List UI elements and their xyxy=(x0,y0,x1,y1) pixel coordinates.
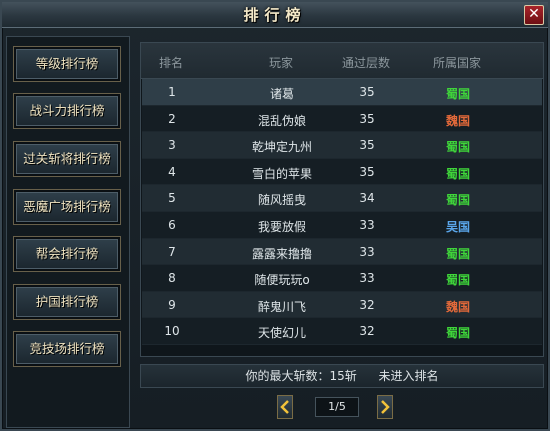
country-cell: 魏国 xyxy=(445,299,470,314)
table-row[interactable]: 8 随便玩玩o 33 蜀国 xyxy=(142,265,542,292)
player-cell: 随便玩玩o xyxy=(254,273,310,288)
country-cell: 蜀国 xyxy=(445,246,470,261)
rank-cell: 10 xyxy=(164,324,180,339)
header-rank: 排名 xyxy=(158,56,183,70)
best-kill-count: 你的最大斩数：15斩 xyxy=(245,369,357,383)
sidebar-item-level-ranking[interactable]: 等级排行榜 xyxy=(13,46,121,82)
level-cell: 35 xyxy=(359,164,375,179)
prev-page-button[interactable] xyxy=(277,395,293,419)
country-cell: 吴国 xyxy=(445,220,470,234)
pagination: 1/5 xyxy=(277,394,397,422)
ranking-category-sidebar: 等级排行榜 战斗力排行榜 过关斩将排行榜 恶魔广场排行榜 帮会排行榜 护国排行榜… xyxy=(6,36,130,428)
table-row[interactable]: 4 雪白的苹果 35 蜀国 xyxy=(142,158,542,186)
level-cell: 35 xyxy=(359,138,375,153)
ranking-table: 排名 玩家 通过层数 所属国家 1 诸葛 35 蜀国 2 混乱伪娘 35 魏国 … xyxy=(140,42,544,357)
header-level: 通过层数 xyxy=(341,56,390,70)
country-cell: 蜀国 xyxy=(445,166,470,181)
level-cell: 32 xyxy=(359,324,375,339)
rank-cell: 8 xyxy=(168,271,176,286)
window-title: 排行榜 xyxy=(243,6,307,24)
level-cell: 33 xyxy=(359,244,375,259)
page-indicator: 1/5 xyxy=(315,397,359,417)
sidebar-item-stage-ranking[interactable]: 过关斩将排行榜 xyxy=(13,141,121,177)
table-row[interactable]: 9 醉鬼川飞 32 魏国 xyxy=(142,291,542,319)
my-ranking-status: 你的最大斩数：15斩 未进入排名 xyxy=(140,364,544,388)
country-cell: 蜀国 xyxy=(445,87,470,101)
rank-status-text: 未进入排名 xyxy=(378,369,439,383)
country-cell: 蜀国 xyxy=(445,273,470,288)
rank-cell: 7 xyxy=(168,244,176,259)
player-cell: 天使幻儿 xyxy=(257,326,306,341)
sidebar-item-power-ranking[interactable]: 战斗力排行榜 xyxy=(13,93,121,129)
table-row[interactable]: 1 诸葛 35 蜀国 xyxy=(142,79,542,106)
player-cell: 雪白的苹果 xyxy=(251,166,312,181)
table-row[interactable]: 7 露露来撸撸 33 蜀国 xyxy=(142,238,542,266)
table-row[interactable]: 3 乾坤定九州 35 蜀国 xyxy=(142,132,542,159)
player-cell: 混乱伪娘 xyxy=(257,113,306,128)
title-bar: 排行榜 ✕ xyxy=(2,2,548,28)
table-row[interactable]: 6 我要放假 33 吴国 xyxy=(142,212,542,239)
player-cell: 诸葛 xyxy=(269,87,294,101)
level-cell: 35 xyxy=(359,111,375,126)
table-row[interactable]: 5 随风摇曳 34 蜀国 xyxy=(142,185,542,212)
header-player: 玩家 xyxy=(268,56,293,70)
rank-cell: 4 xyxy=(168,164,176,179)
level-cell: 34 xyxy=(359,191,375,206)
player-cell: 随风摇曳 xyxy=(257,193,306,208)
rank-cell: 1 xyxy=(168,85,176,99)
rank-cell: 3 xyxy=(168,138,176,153)
table-row[interactable]: 2 混乱伪娘 35 魏国 xyxy=(142,105,542,133)
ranking-window: 排行榜 ✕ 等级排行榜 战斗力排行榜 过关斩将排行榜 恶魔广场排行榜 帮会排行榜… xyxy=(0,0,550,431)
player-cell: 露露来撸撸 xyxy=(251,246,312,261)
sidebar-item-arena-ranking[interactable]: 竞技场排行榜 xyxy=(13,331,121,367)
level-cell: 33 xyxy=(359,218,375,232)
level-cell: 32 xyxy=(359,297,375,312)
table-header: 排名 玩家 通过层数 所属国家 xyxy=(141,43,543,79)
rank-cell: 9 xyxy=(168,297,176,312)
sidebar-item-defense-ranking[interactable]: 护国排行榜 xyxy=(13,284,121,320)
country-cell: 蜀国 xyxy=(445,193,470,208)
next-page-button[interactable] xyxy=(377,395,393,419)
sidebar-item-demon-square-ranking[interactable]: 恶魔广场排行榜 xyxy=(13,189,121,225)
sidebar-item-guild-ranking[interactable]: 帮会排行榜 xyxy=(13,236,121,272)
close-icon: ✕ xyxy=(528,6,540,22)
close-button[interactable]: ✕ xyxy=(524,5,544,25)
rank-cell: 5 xyxy=(168,191,176,206)
chevron-left-icon xyxy=(280,400,289,414)
rank-cell: 6 xyxy=(168,218,176,232)
country-cell: 蜀国 xyxy=(445,140,470,155)
player-cell: 醉鬼川飞 xyxy=(257,299,306,314)
rank-cell: 2 xyxy=(168,111,176,126)
country-cell: 蜀国 xyxy=(445,326,470,341)
level-cell: 35 xyxy=(359,85,375,99)
player-cell: 乾坤定九州 xyxy=(251,140,312,155)
header-country: 所属国家 xyxy=(432,56,481,70)
chevron-right-icon xyxy=(381,400,390,414)
level-cell: 33 xyxy=(359,271,375,286)
country-cell: 魏国 xyxy=(445,113,470,128)
player-cell: 我要放假 xyxy=(257,220,306,234)
table-row[interactable]: 10 天使幻儿 32 蜀国 xyxy=(142,318,542,345)
